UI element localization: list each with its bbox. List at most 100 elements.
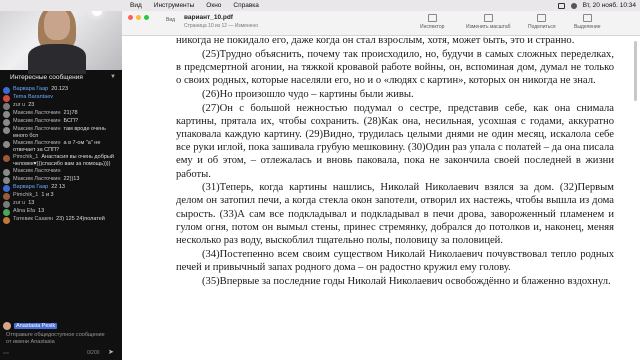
chat-author: Максим Ласточкин (13, 118, 61, 124)
chat-text: 20.123 (51, 86, 69, 92)
avatar (3, 177, 10, 184)
chat-message[interactable]: Максим Ласточкин а в 7-ом "а" не отвечает… (0, 140, 122, 154)
document-page[interactable]: никогда не покидало его, даже когда он с… (152, 37, 618, 360)
chat-message-body: Alina Efa 13 (13, 208, 44, 215)
chat-author: Максим Ласточкин (13, 110, 61, 116)
presenter-face (44, 8, 70, 40)
paragraph: (27)Он с большой нежностью подумал о сес… (176, 102, 614, 180)
document-window: Вид вариант_10.pdf Страница 10 из 12 — И… (122, 11, 640, 360)
chat-author: Максим Ласточкин (13, 168, 61, 174)
chat-message[interactable]: Варвара Гаар 22 13 (0, 184, 122, 192)
streamer-name: Anastasia Pesik (14, 323, 58, 329)
chat-author: Максим Ласточкин (13, 140, 61, 146)
zoom-window-button[interactable] (144, 15, 149, 20)
chat-message-body: Максим Ласточкин а в 7-ом "а" не отвечает… (13, 140, 120, 154)
minimize-window-button[interactable] (136, 15, 141, 20)
avatar (3, 127, 10, 134)
chat-message[interactable]: Максим Ласточкин там вроде очень много бс… (0, 126, 122, 140)
chat-author: Варвара Гаар (13, 184, 49, 190)
stream-chat-panel: Интересные сообщения ▼ Варвара Гаар 20.12… (0, 0, 122, 360)
send-icon[interactable]: ➤ (108, 348, 116, 356)
highlight-icon (582, 14, 592, 22)
chat-message-body: Максим Ласточкин 21)78 (13, 110, 78, 117)
chat-author: Татевик Саакян (13, 216, 54, 222)
chat-header[interactable]: Интересные сообщения ▼ (0, 70, 122, 84)
chat-author: zur u (13, 200, 26, 206)
avatar (3, 185, 10, 192)
chat-message[interactable]: Татевик Саакян 23) 125 24)полатей (0, 216, 122, 224)
paragraph: никогда не покидало его, даже когда он с… (176, 37, 575, 46)
chat-message[interactable]: zur u 23 (0, 102, 122, 110)
chat-author: Варвара Гаар (13, 86, 49, 92)
chat-author: Alina Efa (13, 208, 36, 214)
chat-text: 21)78 (63, 110, 78, 116)
chat-message[interactable]: Максим Ласточкин 22))13 (0, 176, 122, 184)
chat-message-body: zur u 13 (13, 200, 34, 207)
view-menu-button[interactable]: Вид (166, 17, 175, 23)
menu-item-window[interactable]: Окно (206, 2, 221, 9)
chat-text: 22 13 (51, 184, 65, 190)
chat-message-body: zur u 23 (13, 102, 34, 109)
chat-message[interactable]: Pimchik_1 Анастасия вы очень добрый челов… (0, 154, 122, 168)
avatar (3, 141, 10, 148)
zoom-button[interactable]: Изменить масштаб (466, 14, 511, 30)
chat-text: БСП? (63, 118, 79, 124)
chat-message[interactable]: Максим Ласточкин БСП? (0, 118, 122, 126)
chat-message[interactable]: Максим Ласточкин 21)78 (0, 110, 122, 118)
chat-message-body: Максим Ласточкин БСП? (13, 118, 78, 125)
chat-text: 23 (28, 102, 35, 108)
char-counter: 0/200 (87, 350, 100, 356)
chat-title: Интересные сообщения (10, 73, 83, 81)
chat-message-body: Татевик Саакян 23) 125 24)полатей (13, 216, 105, 223)
inspector-button[interactable]: Инспектор (420, 14, 444, 30)
chat-message-input[interactable]: Отправьте общедоступное сообщение от име… (6, 332, 106, 352)
avatar (3, 111, 10, 118)
chat-message[interactable]: zur u 13 (0, 200, 122, 208)
chat-message[interactable]: Tema Barantaev (0, 94, 122, 102)
scrollbar[interactable] (634, 41, 637, 101)
chat-author: Pimchik_1 (13, 192, 39, 198)
avatar (3, 201, 10, 208)
avatar (3, 87, 10, 94)
close-window-button[interactable] (128, 15, 133, 20)
chat-text: 13 (38, 208, 45, 214)
menu-item-help[interactable]: Справка (233, 2, 259, 9)
share-button[interactable]: Поделиться (528, 14, 556, 30)
chat-author: Tema Barantaev (13, 94, 54, 100)
chat-message-body: Варвара Гаар 22 13 (13, 184, 65, 191)
chat-message[interactable]: Варвара Гаар 20.123 (0, 86, 122, 94)
chat-author: Максим Ласточкин (13, 126, 61, 132)
chat-message[interactable]: Alina Efa 13 (0, 208, 122, 216)
more-options-icon[interactable]: ⋯ (3, 350, 9, 357)
avatar (3, 119, 10, 126)
avatar (3, 95, 10, 102)
paragraph: (31)Теперь, когда картины нашлись, Никол… (176, 182, 614, 247)
chat-message-body: Tema Barantaev (13, 94, 56, 101)
menu-item-tools[interactable]: Инструменты (154, 2, 195, 9)
chat-message-list[interactable]: Варвара Гаар 20.123 Tema Barantaev zur u 23 М… (0, 86, 122, 224)
chat-text: 22))13 (63, 176, 80, 182)
clock[interactable]: Вт, 20 нояб. 10:34 (583, 2, 636, 9)
highlight-button[interactable]: Выделение (574, 14, 601, 30)
current-user-bar: Anastasia Pesik (0, 320, 122, 332)
chat-message-body: Pimchik_1 Анастасия вы очень добрый челов… (13, 154, 120, 168)
inspector-icon (427, 14, 437, 22)
chat-message-body: Максим Ласточкин (13, 168, 64, 175)
document-subtitle: Страница 10 из 12 — Изменено (184, 23, 259, 29)
avatar (3, 103, 10, 110)
menu-bar: Вид Инструменты Окно Справка Вт, 20 нояб… (0, 0, 640, 11)
window-toolbar: Вид вариант_10.pdf Страница 10 из 12 — И… (122, 11, 640, 36)
chevron-down-icon[interactable]: ▼ (110, 74, 116, 80)
chat-message-body: Pimchik_1 1 и 3 (13, 192, 54, 199)
chat-message-body: Максим Ласточкин 22))13 (13, 176, 79, 183)
status-area: Вт, 20 нояб. 10:34 (557, 0, 636, 11)
chat-message[interactable]: Pimchik_1 1 и 3 (0, 192, 122, 200)
avatar (3, 155, 10, 162)
wifi-icon[interactable] (570, 2, 577, 9)
chat-message-body: Варвара Гаар 20.123 (13, 86, 68, 93)
battery-icon[interactable] (557, 2, 565, 9)
chat-text: 13 (28, 200, 35, 206)
chat-message[interactable]: Максим Ласточкин (0, 168, 122, 176)
menu-item-view[interactable]: Вид (130, 2, 142, 9)
avatar (3, 322, 11, 330)
